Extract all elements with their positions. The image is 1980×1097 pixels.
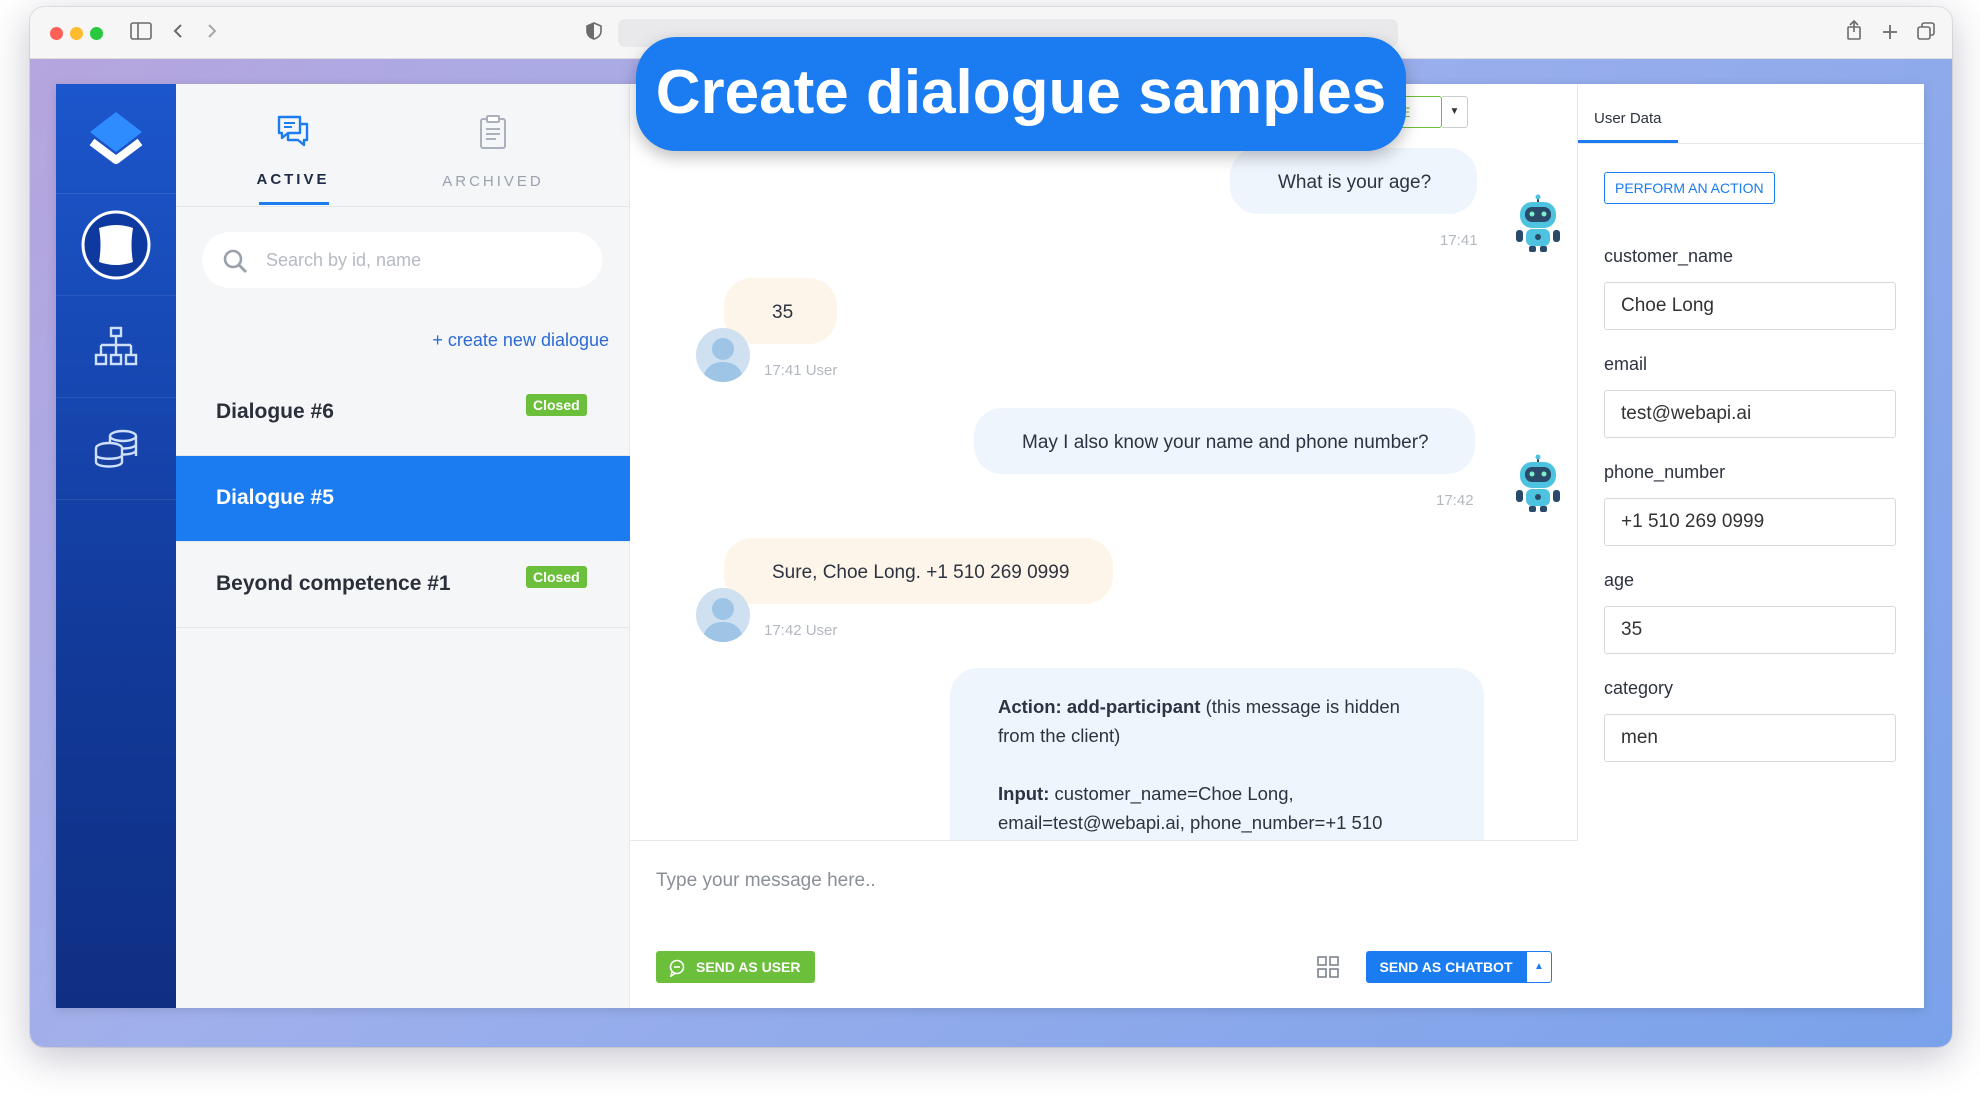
action-label: Action: add-participant — [998, 696, 1201, 717]
bot-avatar-icon — [1516, 454, 1560, 512]
clipboard-icon — [480, 115, 506, 149]
chat-bubbles-icon — [277, 115, 309, 147]
dialogue-item-selected[interactable]: Dialogue #5 — [176, 456, 630, 542]
rail-item-database[interactable] — [56, 398, 176, 500]
message-text: What is your age? — [1278, 172, 1432, 193]
dialogue-title: Beyond competence #1 — [216, 572, 451, 595]
bot-message: What is your age? — [1230, 148, 1478, 214]
message-text: 35 — [772, 302, 794, 323]
app-container: ACTIVE ARCHIVED Search by id, name + cre… — [56, 84, 1924, 1008]
forward-icon[interactable] — [200, 19, 224, 47]
caret-down-icon: ▼ — [1449, 106, 1460, 117]
send-as-chatbot-dropdown[interactable]: ▲ — [1526, 951, 1552, 983]
status-badge: Closed — [526, 566, 587, 588]
rail-item-structure[interactable] — [56, 296, 176, 398]
dialogue-title: Dialogue #6 — [216, 400, 334, 423]
user-data-panel: User Data PERFORM AN ACTION customer_nam… — [1578, 84, 1924, 1008]
overlay-heading: Create dialogue samples — [636, 37, 1406, 151]
user-icon — [702, 598, 744, 642]
action-message: Action: add-participant (this message is… — [950, 668, 1484, 840]
dialogue-list-panel: ACTIVE ARCHIVED Search by id, name + cre… — [176, 84, 630, 1008]
search-box — [202, 232, 602, 288]
message-input[interactable] — [656, 861, 1536, 901]
email-field[interactable] — [1604, 390, 1896, 438]
field-label: age — [1604, 570, 1635, 590]
dialogue-item[interactable]: Beyond competence #1 Closed — [176, 542, 630, 628]
message-time: 17:41 User — [764, 362, 838, 379]
composer: SEND AS USER SEND AS CHATBOT ▲ — [630, 840, 1578, 1008]
message-text: May I also know your name and phone numb… — [1022, 432, 1429, 453]
field-label: email — [1604, 354, 1648, 374]
sitemap-icon — [94, 326, 138, 365]
tab-archived-label: ARCHIVED — [442, 173, 544, 190]
message-time: 17:41 — [1440, 232, 1478, 249]
age-field[interactable] — [1604, 606, 1896, 654]
new-tab-icon[interactable] — [1878, 19, 1902, 47]
user-avatar — [696, 588, 750, 642]
bot-message: May I also know your name and phone numb… — [974, 408, 1475, 474]
user-message: Sure, Choe Long. +1 510 269 0999 — [724, 538, 1114, 604]
tab-overview-icon[interactable] — [1914, 19, 1938, 47]
grid-icon[interactable] — [1316, 955, 1340, 979]
zoom-window-button[interactable] — [90, 27, 103, 40]
message-time: 17:42 User — [764, 622, 838, 639]
logo[interactable] — [56, 84, 176, 194]
dialogue-item[interactable]: Dialogue #6 Closed — [176, 370, 630, 456]
field-label: category — [1604, 678, 1674, 698]
database-icon — [94, 429, 138, 468]
search-input[interactable] — [266, 232, 586, 288]
chat-icon — [669, 959, 685, 977]
category-field[interactable] — [1604, 714, 1896, 762]
phone-number-field[interactable] — [1604, 498, 1896, 546]
tab-active-label: ACTIVE — [256, 171, 330, 188]
bot-avatar-icon — [1516, 194, 1560, 252]
sidebar-toggle-icon[interactable] — [126, 19, 156, 47]
user-icon — [702, 338, 744, 382]
field-label: customer_name — [1604, 246, 1734, 266]
share-icon[interactable] — [1842, 19, 1866, 47]
send-as-user-button[interactable]: SEND AS USER — [656, 951, 815, 983]
browser-window: ACTIVE ARCHIVED Search by id, name + cre… — [30, 7, 1952, 1047]
tab-archived[interactable]: ARCHIVED — [418, 114, 568, 214]
caret-up-icon: ▲ — [1534, 961, 1544, 972]
logo-icon — [89, 111, 143, 164]
action-input-label: Input: — [998, 783, 1050, 804]
divider — [1578, 143, 1924, 144]
tab-user-data[interactable]: User Data — [1594, 110, 1662, 127]
user-avatar — [696, 328, 750, 382]
status-badge: Closed — [526, 394, 587, 416]
perform-action-button[interactable]: PERFORM AN ACTION — [1604, 172, 1775, 204]
avatar — [81, 210, 151, 279]
close-dialogue-dropdown[interactable]: ▼ — [1442, 96, 1468, 128]
divider — [176, 206, 630, 207]
nav-rail — [56, 84, 176, 1008]
send-as-user-label: SEND AS USER — [696, 959, 801, 975]
chat-panel: OSE THE DIALOGUE ▼ What is your age? 17:… — [630, 84, 1578, 1008]
active-tab-indicator — [259, 202, 329, 205]
privacy-shield-icon[interactable] — [582, 19, 606, 47]
field-label: phone_number — [1604, 462, 1726, 482]
minimize-window-button[interactable] — [70, 27, 83, 40]
action-input-text: customer_name=Choe Long, email=test@weba… — [998, 783, 1383, 833]
dialogue-title: Dialogue #5 — [216, 486, 334, 509]
tab-active[interactable]: ACTIVE — [218, 114, 368, 214]
send-as-chatbot-button[interactable]: SEND AS CHATBOT — [1366, 951, 1526, 983]
create-dialogue-link[interactable]: + create new dialogue — [432, 330, 609, 351]
message-text: Sure, Choe Long. +1 510 269 0999 — [772, 562, 1070, 583]
close-window-button[interactable] — [50, 27, 63, 40]
message-time: 17:42 — [1436, 492, 1474, 509]
message-list[interactable]: OSE THE DIALOGUE ▼ What is your age? 17:… — [630, 84, 1578, 840]
back-icon[interactable] — [166, 19, 190, 47]
rail-item-profile[interactable] — [56, 194, 176, 296]
search-icon — [223, 249, 247, 273]
customer-name-field[interactable] — [1604, 282, 1896, 330]
